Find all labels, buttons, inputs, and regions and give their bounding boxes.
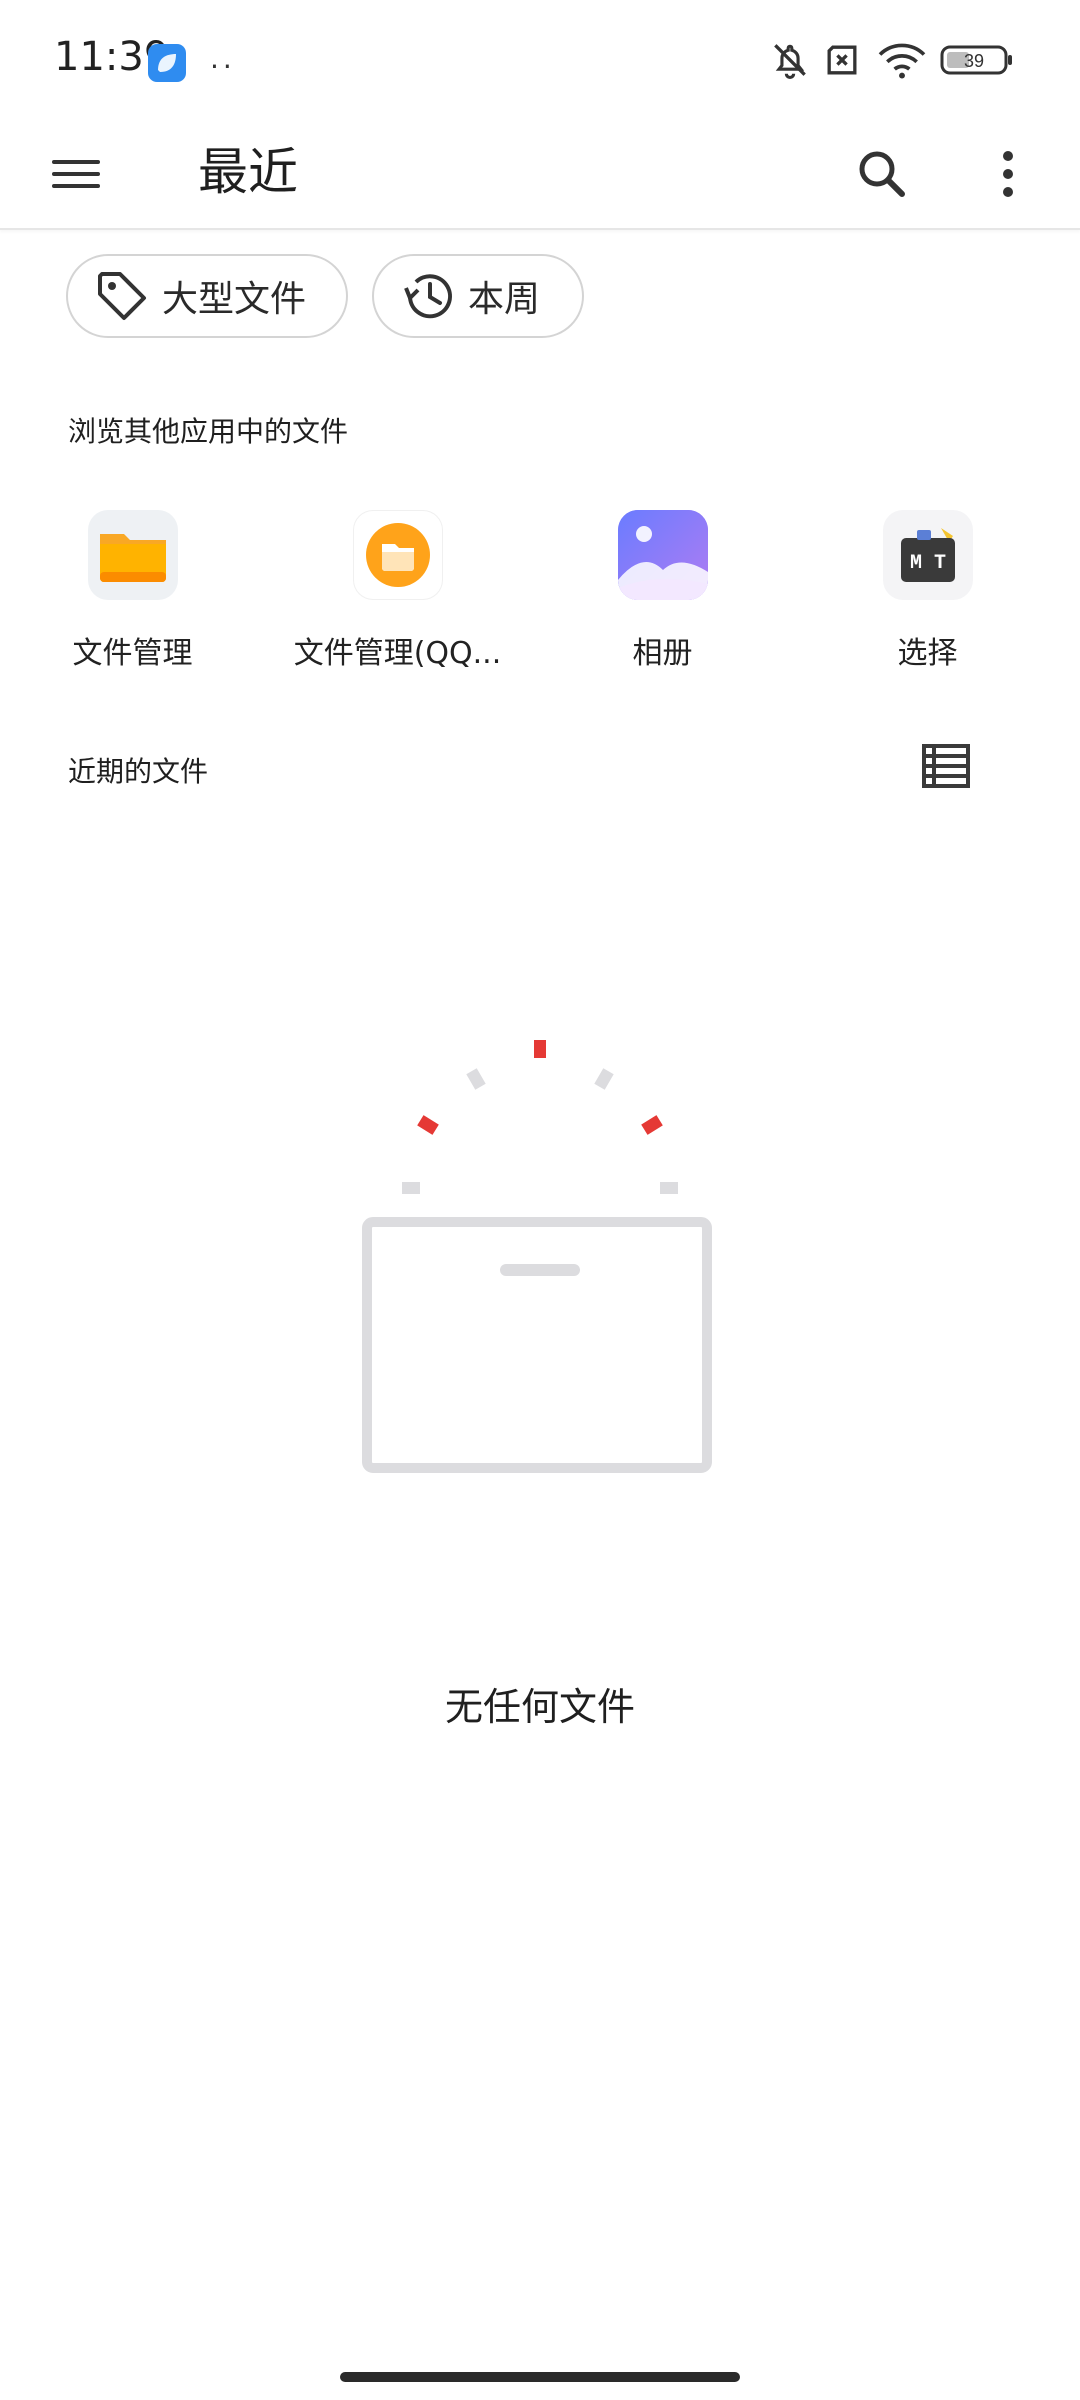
battery-icon: 39 bbox=[940, 44, 1014, 80]
app-bar: 最近 bbox=[0, 120, 1080, 230]
history-icon bbox=[398, 266, 458, 326]
qq-files-app-icon bbox=[353, 510, 443, 600]
folder-app-icon bbox=[88, 510, 178, 600]
gallery-app-icon bbox=[618, 510, 708, 600]
more-vert-icon[interactable] bbox=[972, 138, 1044, 210]
status-bar: 11:39 ·· 39 bbox=[0, 0, 1080, 120]
app-item-select[interactable]: M T 选择 bbox=[795, 508, 1060, 678]
tag-icon bbox=[92, 266, 152, 326]
app-item-file-manager[interactable]: 文件管理 bbox=[0, 508, 265, 678]
app-label: 选择 bbox=[897, 636, 958, 671]
app-label: 文件管理 bbox=[72, 636, 193, 671]
blue-app-icon bbox=[148, 44, 186, 82]
mt-app-icon: M T bbox=[883, 510, 973, 600]
page-title: 最近 bbox=[198, 143, 298, 201]
empty-box-illustration bbox=[360, 1040, 720, 1480]
app-label: 文件管理(QQ... bbox=[293, 636, 502, 671]
this-week-chip-label: 本周 bbox=[468, 279, 541, 320]
large-files-chip-label: 大型文件 bbox=[162, 279, 307, 320]
wifi-icon bbox=[876, 38, 928, 86]
notification-dots: ·· bbox=[210, 50, 236, 83]
app-item-gallery[interactable]: 相册 bbox=[530, 508, 795, 678]
svg-text:M T: M T bbox=[910, 552, 946, 575]
search-icon[interactable] bbox=[846, 138, 918, 210]
browse-section-title: 浏览其他应用中的文件 bbox=[68, 415, 349, 448]
app-label: 相册 bbox=[632, 636, 693, 671]
empty-state-text: 无任何文件 bbox=[444, 1685, 635, 1729]
battery-level: 39 bbox=[964, 51, 984, 71]
sim-x-icon bbox=[820, 38, 864, 86]
recent-files-title: 近期的文件 bbox=[68, 755, 209, 788]
home-indicator[interactable] bbox=[340, 2372, 740, 2382]
list-view-icon[interactable] bbox=[918, 738, 974, 794]
hamburger-menu-icon[interactable] bbox=[40, 142, 112, 206]
app-item-qq-file-manager[interactable]: 文件管理(QQ... bbox=[265, 508, 530, 678]
bell-off-icon bbox=[768, 38, 812, 86]
this-week-chip[interactable]: 本周 bbox=[372, 254, 584, 338]
large-files-chip[interactable]: 大型文件 bbox=[66, 254, 348, 338]
